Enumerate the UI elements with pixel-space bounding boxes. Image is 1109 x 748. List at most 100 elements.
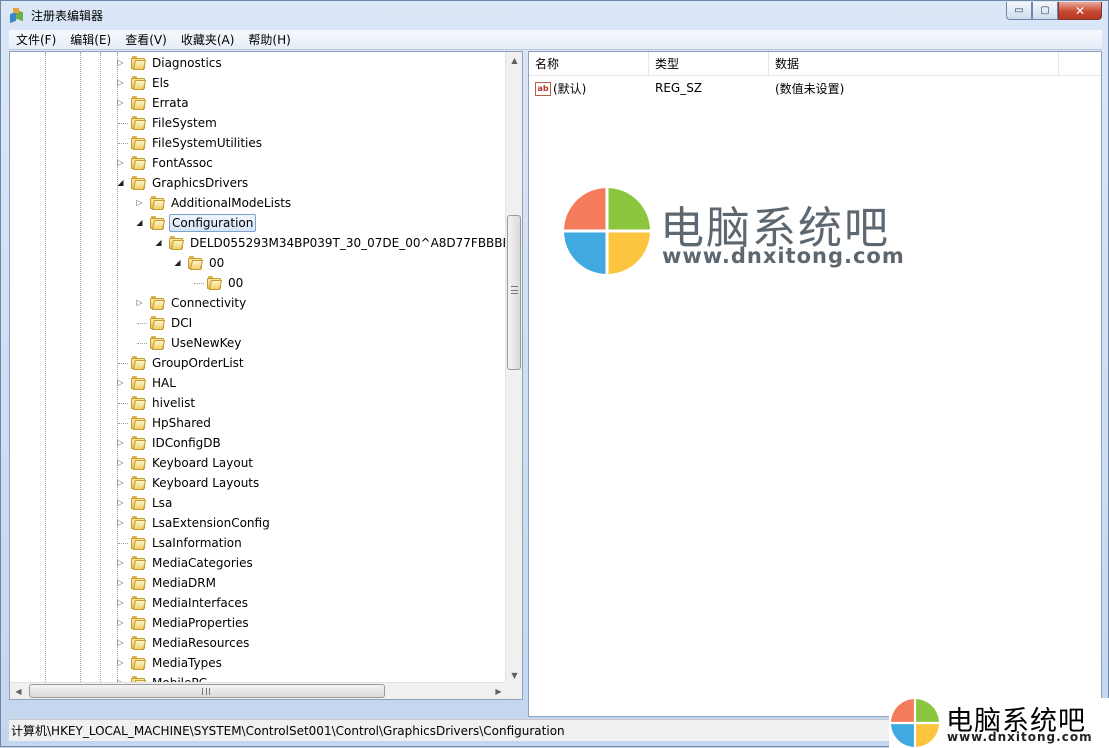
tree-node-label[interactable]: Diagnostics	[150, 55, 224, 71]
menu-edit[interactable]: 编辑(E)	[63, 30, 118, 50]
tree-node[interactable]: ▷ MediaInterfaces	[10, 593, 507, 613]
vertical-scroll-thumb[interactable]	[507, 215, 521, 370]
tree-expand-icon[interactable]: ▷	[135, 198, 144, 207]
tree-expand-icon[interactable]: ▷	[116, 518, 125, 527]
column-header-name[interactable]: 名称	[529, 52, 649, 76]
menu-view[interactable]: 查看(V)	[118, 30, 174, 50]
close-button[interactable]: ✕	[1058, 2, 1102, 20]
tree-expand-icon[interactable]: ▷	[116, 638, 125, 647]
tree-node[interactable]: ◢ 00	[10, 253, 507, 273]
value-row[interactable]: ab (默认) REG_SZ (数值未设置)	[529, 78, 1101, 98]
tree-node[interactable]: DCI	[10, 313, 507, 333]
tree-node-label[interactable]: IDConfigDB	[150, 435, 223, 451]
tree-node[interactable]: ▷ MediaTypes	[10, 653, 507, 673]
tree-expand-icon[interactable]: ▷	[116, 158, 125, 167]
tree-expand-icon[interactable]: ▷	[116, 98, 125, 107]
tree-expand-icon[interactable]: ▷	[135, 298, 144, 307]
tree-node[interactable]: ▷ Connectivity	[10, 293, 507, 313]
tree-expand-icon[interactable]: ▷	[116, 478, 125, 487]
tree-node[interactable]: ▷ FontAssoc	[10, 153, 507, 173]
column-header-data[interactable]: 数据	[769, 52, 1059, 76]
tree-node-label[interactable]: MediaInterfaces	[150, 595, 250, 611]
tree-node[interactable]: 00	[10, 273, 507, 293]
tree-expand-icon[interactable]: ▷	[116, 458, 125, 467]
tree-vertical-scrollbar[interactable]: ▲ ▼	[505, 52, 522, 684]
tree-expand-icon[interactable]: ▷	[116, 78, 125, 87]
tree-expand-icon[interactable]: ▷	[116, 658, 125, 667]
tree-node-label[interactable]: MediaDRM	[150, 575, 218, 591]
tree-node[interactable]: ▷ HAL	[10, 373, 507, 393]
tree-node[interactable]: ▷ Keyboard Layouts	[10, 473, 507, 493]
minimize-button[interactable]: ▭	[1006, 2, 1032, 20]
maximize-button[interactable]: ▢	[1032, 2, 1058, 20]
tree-expand-icon[interactable]: ▷	[116, 438, 125, 447]
tree-node-label[interactable]: MediaTypes	[150, 655, 224, 671]
tree-node[interactable]: hivelist	[10, 393, 507, 413]
tree-collapse-icon[interactable]: ◢	[154, 238, 163, 247]
tree-node-label[interactable]: AdditionalModeLists	[169, 195, 293, 211]
tree-node-label[interactable]: MediaCategories	[150, 555, 255, 571]
title-bar[interactable]: 注册表编辑器 ▭ ▢ ✕	[1, 1, 1108, 30]
tree-node[interactable]: FileSystem	[10, 113, 507, 133]
tree-node[interactable]: ▷ MediaCategories	[10, 553, 507, 573]
tree-node-label[interactable]: hivelist	[150, 395, 197, 411]
tree-expand-icon[interactable]: ▷	[116, 598, 125, 607]
scroll-left-icon[interactable]: ◀	[10, 683, 27, 699]
tree-node-label[interactable]: LsaInformation	[150, 535, 244, 551]
tree-node-label[interactable]: 00	[207, 255, 226, 271]
menu-favorites[interactable]: 收藏夹(A)	[174, 30, 242, 50]
tree-node[interactable]: ▷ Els	[10, 73, 507, 93]
tree-node-label[interactable]: Keyboard Layouts	[150, 475, 261, 491]
tree-node-label[interactable]: Keyboard Layout	[150, 455, 255, 471]
tree-node[interactable]: ◢ DELD055293M34BP039T_30_07DE_00^A8D77FBB…	[10, 233, 507, 253]
tree-node[interactable]: ◢ Configuration	[10, 213, 507, 233]
tree-node-label[interactable]: FileSystem	[150, 115, 219, 131]
tree-node[interactable]: GroupOrderList	[10, 353, 507, 373]
tree-node[interactable]: ▷ IDConfigDB	[10, 433, 507, 453]
tree-collapse-icon[interactable]: ◢	[135, 218, 144, 227]
horizontal-scroll-thumb[interactable]	[29, 684, 385, 698]
tree-node-label[interactable]: FontAssoc	[150, 155, 215, 171]
tree-expand-icon[interactable]: ▷	[116, 578, 125, 587]
tree-node-label[interactable]: GraphicsDrivers	[150, 175, 250, 191]
tree-node-label[interactable]: Els	[150, 75, 171, 91]
menu-file[interactable]: 文件(F)	[9, 30, 63, 50]
tree-expand-icon[interactable]: ▷	[116, 498, 125, 507]
tree-node-label-selected[interactable]: Configuration	[169, 214, 257, 232]
tree-node-label[interactable]: Lsa	[150, 495, 174, 511]
column-header-type[interactable]: 类型	[649, 52, 769, 76]
tree-node-label[interactable]: MediaProperties	[150, 615, 251, 631]
tree-node-label[interactable]: LsaExtensionConfig	[150, 515, 272, 531]
tree-node[interactable]: ▷ Errata	[10, 93, 507, 113]
tree-node[interactable]: HpShared	[10, 413, 507, 433]
tree-collapse-icon[interactable]: ◢	[116, 178, 125, 187]
menu-help[interactable]: 帮助(H)	[241, 30, 297, 50]
tree-node[interactable]: LsaInformation	[10, 533, 507, 553]
tree-node[interactable]: ▷ MediaDRM	[10, 573, 507, 593]
tree-node[interactable]: ▷ Lsa	[10, 493, 507, 513]
tree-node-label[interactable]: GroupOrderList	[150, 355, 246, 371]
tree-node-label[interactable]: Errata	[150, 95, 191, 111]
tree-expand-icon[interactable]: ▷	[116, 558, 125, 567]
tree-expand-icon[interactable]: ▷	[116, 618, 125, 627]
tree-horizontal-scrollbar[interactable]: ◀ ▶	[10, 682, 507, 699]
tree-node-label[interactable]: 00	[226, 275, 245, 291]
tree-node-label[interactable]: UseNewKey	[169, 335, 243, 351]
tree-node-label[interactable]: DELD055293M34BP039T_30_07DE_00^A8D77FBBB…	[188, 235, 507, 251]
tree-node[interactable]: ▷ Keyboard Layout	[10, 453, 507, 473]
scroll-up-icon[interactable]: ▲	[506, 52, 522, 69]
tree-node[interactable]: ▷ MediaResources	[10, 633, 507, 653]
tree-node[interactable]: ▷ MediaProperties	[10, 613, 507, 633]
tree-node-label[interactable]: HpShared	[150, 415, 213, 431]
tree-node[interactable]: UseNewKey	[10, 333, 507, 353]
tree-expand-icon[interactable]: ▷	[116, 378, 125, 387]
tree-expand-icon[interactable]: ▷	[116, 58, 125, 67]
tree-node[interactable]: FileSystemUtilities	[10, 133, 507, 153]
tree-node[interactable]: ◢ GraphicsDrivers	[10, 173, 507, 193]
tree-node-label[interactable]: MediaResources	[150, 635, 251, 651]
tree-node[interactable]: ▷ AdditionalModeLists	[10, 193, 507, 213]
tree-node[interactable]: ▷ Diagnostics	[10, 53, 507, 73]
tree-collapse-icon[interactable]: ◢	[173, 258, 182, 267]
tree-node-label[interactable]: Connectivity	[169, 295, 248, 311]
tree-node-label[interactable]: DCI	[169, 315, 194, 331]
